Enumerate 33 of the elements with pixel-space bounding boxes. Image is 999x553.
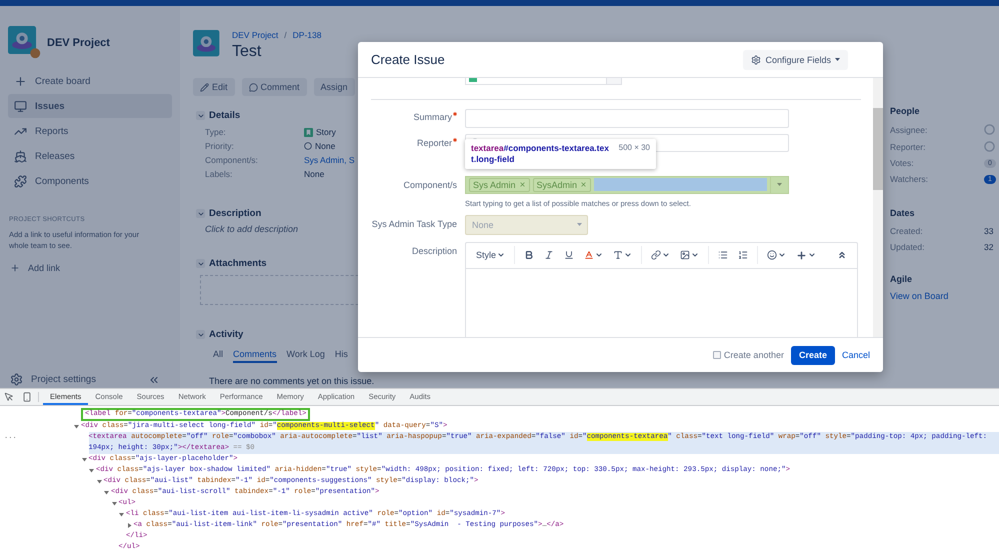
field-label: Watchers: [890, 174, 929, 184]
section-heading: Dates [890, 208, 916, 218]
field-label: Sys Admin Task Type [372, 218, 457, 228]
field-value: 33 [984, 226, 994, 236]
empty-message: There are no comments yet on this issue. [209, 376, 376, 386]
field-label: Created: [890, 226, 924, 236]
field-label: Labels: [205, 169, 234, 179]
element-size: 500 × 30 [618, 142, 650, 154]
field-label: Assignee: [890, 124, 928, 134]
field-label: Type: [205, 127, 227, 137]
field-label: Reporter [416, 138, 452, 148]
section-heading: Activity [209, 329, 244, 340]
checkbox-label: Create another [724, 350, 784, 360]
field-label: Priority: [205, 141, 235, 151]
project-name: DEV Project [47, 36, 110, 48]
section-heading: Details [209, 110, 240, 121]
section-heading: Attachments [209, 258, 267, 269]
section-heading: Agile [890, 274, 914, 284]
field-label: Updated: [890, 242, 926, 252]
field-value: 32 [984, 242, 994, 252]
field-label: Reporter: [890, 142, 926, 152]
field-label: Component/s: [205, 155, 259, 165]
section-heading: People [890, 106, 921, 116]
field-label: Component/s [403, 180, 457, 190]
field-label: Summary [413, 112, 452, 122]
section-heading: Description [209, 208, 262, 219]
issue-title: Test [232, 43, 262, 61]
element-selector: textarea#components-textarea.text.long-field [471, 142, 610, 164]
breadcrumb-separator: / [284, 30, 287, 40]
field-value: None [304, 169, 326, 179]
dialog-title: Create Issue [371, 52, 445, 67]
field-label: Description [412, 246, 457, 256]
field-label: Votes: [890, 158, 915, 168]
